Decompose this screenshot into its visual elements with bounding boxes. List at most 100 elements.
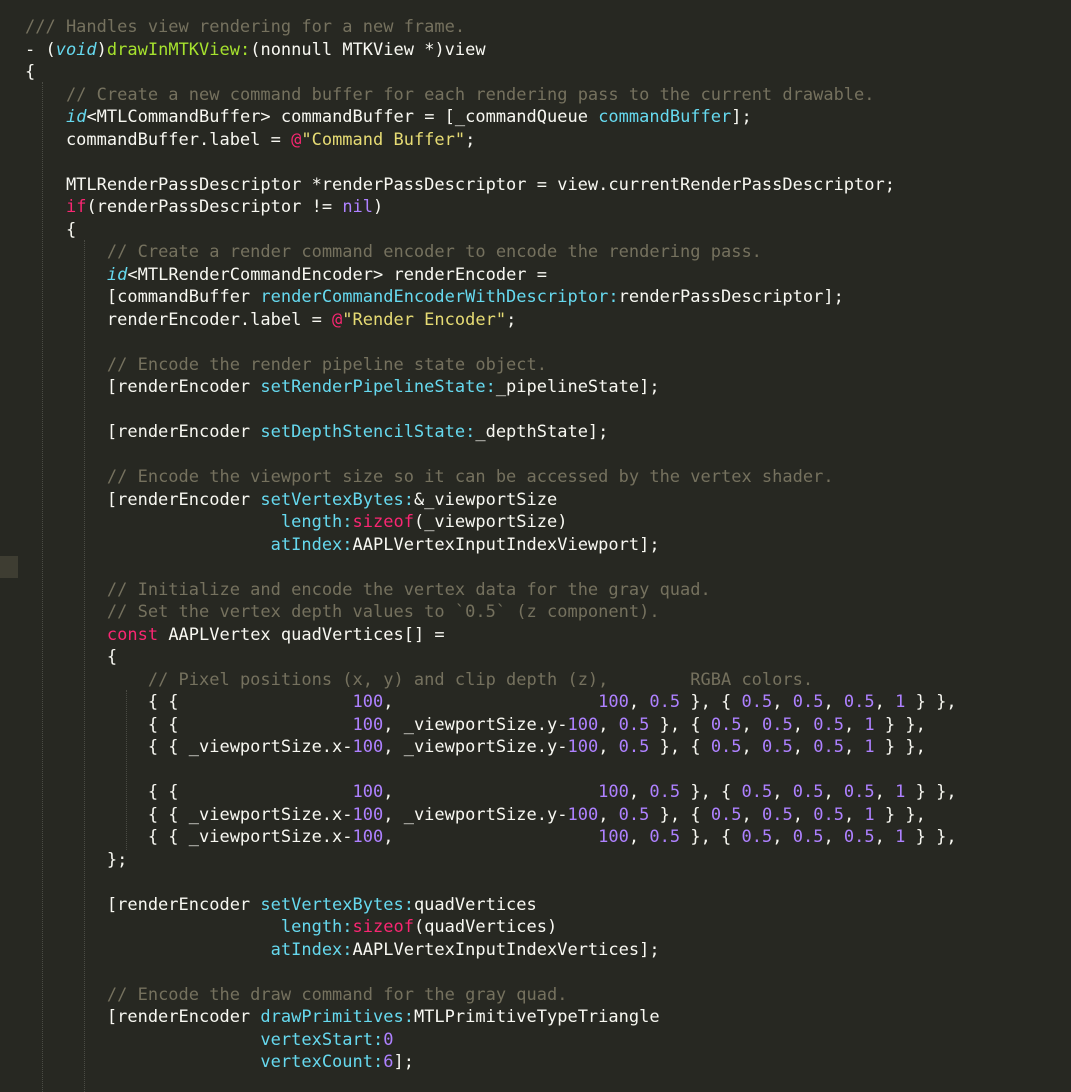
code-token: _depthState]; [475,422,609,442]
code-line[interactable]: { [25,646,957,669]
code-token: setVertexBytes: [260,489,414,510]
code-token: ) [373,197,384,217]
code-line[interactable] [25,556,957,579]
code-line[interactable]: vertexStart:0 [25,1029,957,1052]
code-token: }; [25,849,128,870]
code-line[interactable]: { [25,219,957,242]
code-line[interactable]: [renderEncoder setVertexBytes:quadVertic… [25,894,957,917]
code-line[interactable]: id<MTLRenderCommandEncoder> renderEncode… [25,264,957,287]
code-line[interactable]: commandBuffer.label = @"Command Buffer"; [25,129,957,152]
code-line[interactable]: length:sizeof(quadVertices) [25,916,957,939]
code-token: ]; [393,1052,414,1072]
code-line[interactable]: { { 100, 100, 0.5 }, { 0.5, 0.5, 0.5, 1 … [25,691,957,714]
code-token: ; [506,309,517,330]
code-line[interactable]: { { 100, 100, 0.5 }, { 0.5, 0.5, 0.5, 1 … [25,781,957,804]
code-token: , [741,737,763,757]
code-token: , _viewportSize.y- [383,804,568,825]
code-token: 0.5 [843,782,875,802]
code-token: } }, [905,827,957,847]
code-line[interactable]: /// Handles view rendering for a new fra… [25,16,957,39]
code-line[interactable]: // Set the vertex depth values to `0.5` … [25,601,957,624]
code-token: 0.5 [710,714,742,735]
code-token: setDepthStencilState: [260,422,476,442]
code-line[interactable] [25,871,957,894]
code-line[interactable] [25,151,957,174]
code-line[interactable]: vertexCount:6]; [25,1051,957,1074]
code-token: // Create a render command encoder to en… [106,242,762,262]
code-line[interactable]: // Initialize and encode the vertex data… [25,579,957,602]
code-line[interactable] [25,331,957,354]
code-token: }, { [649,804,711,825]
code-line[interactable]: // Create a new command buffer for each … [25,84,957,107]
code-line[interactable]: if(renderPassDescriptor != nil) [25,196,957,219]
code-token: , _viewportSize.y- [383,737,568,757]
code-token: , [823,692,844,712]
code-token: 0.5 [792,692,824,712]
code-token: 100 [352,737,384,757]
code-line[interactable]: atIndex:AAPLVertexInputIndexVertices]; [25,939,957,962]
code-token: nil [342,197,374,217]
code-token: 1 [895,827,906,847]
code-line[interactable]: renderEncoder.label = @"Render Encoder"; [25,309,957,332]
code-token: , [792,804,814,825]
code-line[interactable]: atIndex:AAPLVertexInputIndexViewport]; [25,534,957,557]
code-token: , [792,714,814,735]
code-line[interactable]: // Pixel positions (x, y) and clip depth… [25,669,957,692]
code-token: 0.5 [813,804,844,825]
code-line[interactable]: MTLRenderPassDescriptor *renderPassDescr… [25,174,957,197]
code-token: 0.5 [710,737,742,757]
code-token: 0.5 [618,737,650,757]
code-token: setVertexBytes: [260,894,414,915]
code-line[interactable]: { { 100, _viewportSize.y-100, 0.5 }, { 0… [25,714,957,737]
code-token: 1 [895,692,906,712]
code-line[interactable]: [renderEncoder setVertexBytes:&_viewport… [25,489,957,512]
code-line[interactable] [25,444,957,467]
code-line[interactable]: - (void)drawInMTKView:(nonnull MTKView *… [25,39,957,62]
code-editor[interactable]: /// Handles view rendering for a new fra… [0,0,1071,1092]
code-line[interactable]: id<MTLCommandBuffer> commandBuffer = [_c… [25,106,957,129]
code-line[interactable]: { [25,61,957,84]
code-token: , [598,714,619,735]
code-token: _pipelineState]; [495,377,660,397]
code-token: drawInMTKView: [106,39,251,60]
code-token: // Encode the viewport size so it can be… [106,467,834,487]
code-line[interactable]: [commandBuffer renderCommandEncoderWithD… [25,286,957,309]
code-line[interactable]: length:sizeof(_viewportSize) [25,511,957,534]
code-token: vertexCount: [260,1052,384,1072]
code-line[interactable]: }; [25,849,957,872]
code-line[interactable]: { { _viewportSize.x-100, _viewportSize.y… [25,736,957,759]
code-area[interactable]: /// Handles view rendering for a new fra… [25,16,957,1074]
code-token: }, { [680,692,742,712]
code-line[interactable]: // Encode the draw command for the gray … [25,984,957,1007]
code-line[interactable] [25,399,957,422]
code-line[interactable]: // Encode the render pipeline state obje… [25,354,957,377]
code-line[interactable]: const AAPLVertex quadVertices[] = [25,624,957,647]
code-line[interactable]: [renderEncoder drawPrimitives:MTLPrimiti… [25,1006,957,1029]
code-line[interactable]: // Create a render command encoder to en… [25,241,957,264]
code-token: drawPrimitives: [260,1007,414,1027]
code-line[interactable]: [renderEncoder setDepthStencilState:_dep… [25,421,957,444]
code-line[interactable] [25,961,957,984]
code-token: 0.5 [792,827,824,847]
code-token: const [106,624,159,645]
code-line[interactable] [25,759,957,782]
code-line[interactable]: [renderEncoder setRenderPipelineState:_p… [25,376,957,399]
code-token: [renderEncoder [25,377,261,397]
code-token: 100 [567,804,599,825]
code-token: 0.5 [618,804,650,825]
code-line[interactable]: { { _viewportSize.x-100, 100, 0.5 }, { 0… [25,826,957,849]
code-token: AAPLVertexInputIndexVertices]; [352,939,660,960]
code-token: [renderEncoder [25,1007,261,1027]
code-token: 100 [598,827,629,847]
code-token: , [772,692,793,712]
code-line[interactable]: { { _viewportSize.x-100, _viewportSize.y… [25,804,957,827]
code-token: , [843,804,865,825]
code-token: (nonnull MTKView *)view [250,39,486,60]
code-line[interactable]: // Encode the viewport size so it can be… [25,466,957,489]
